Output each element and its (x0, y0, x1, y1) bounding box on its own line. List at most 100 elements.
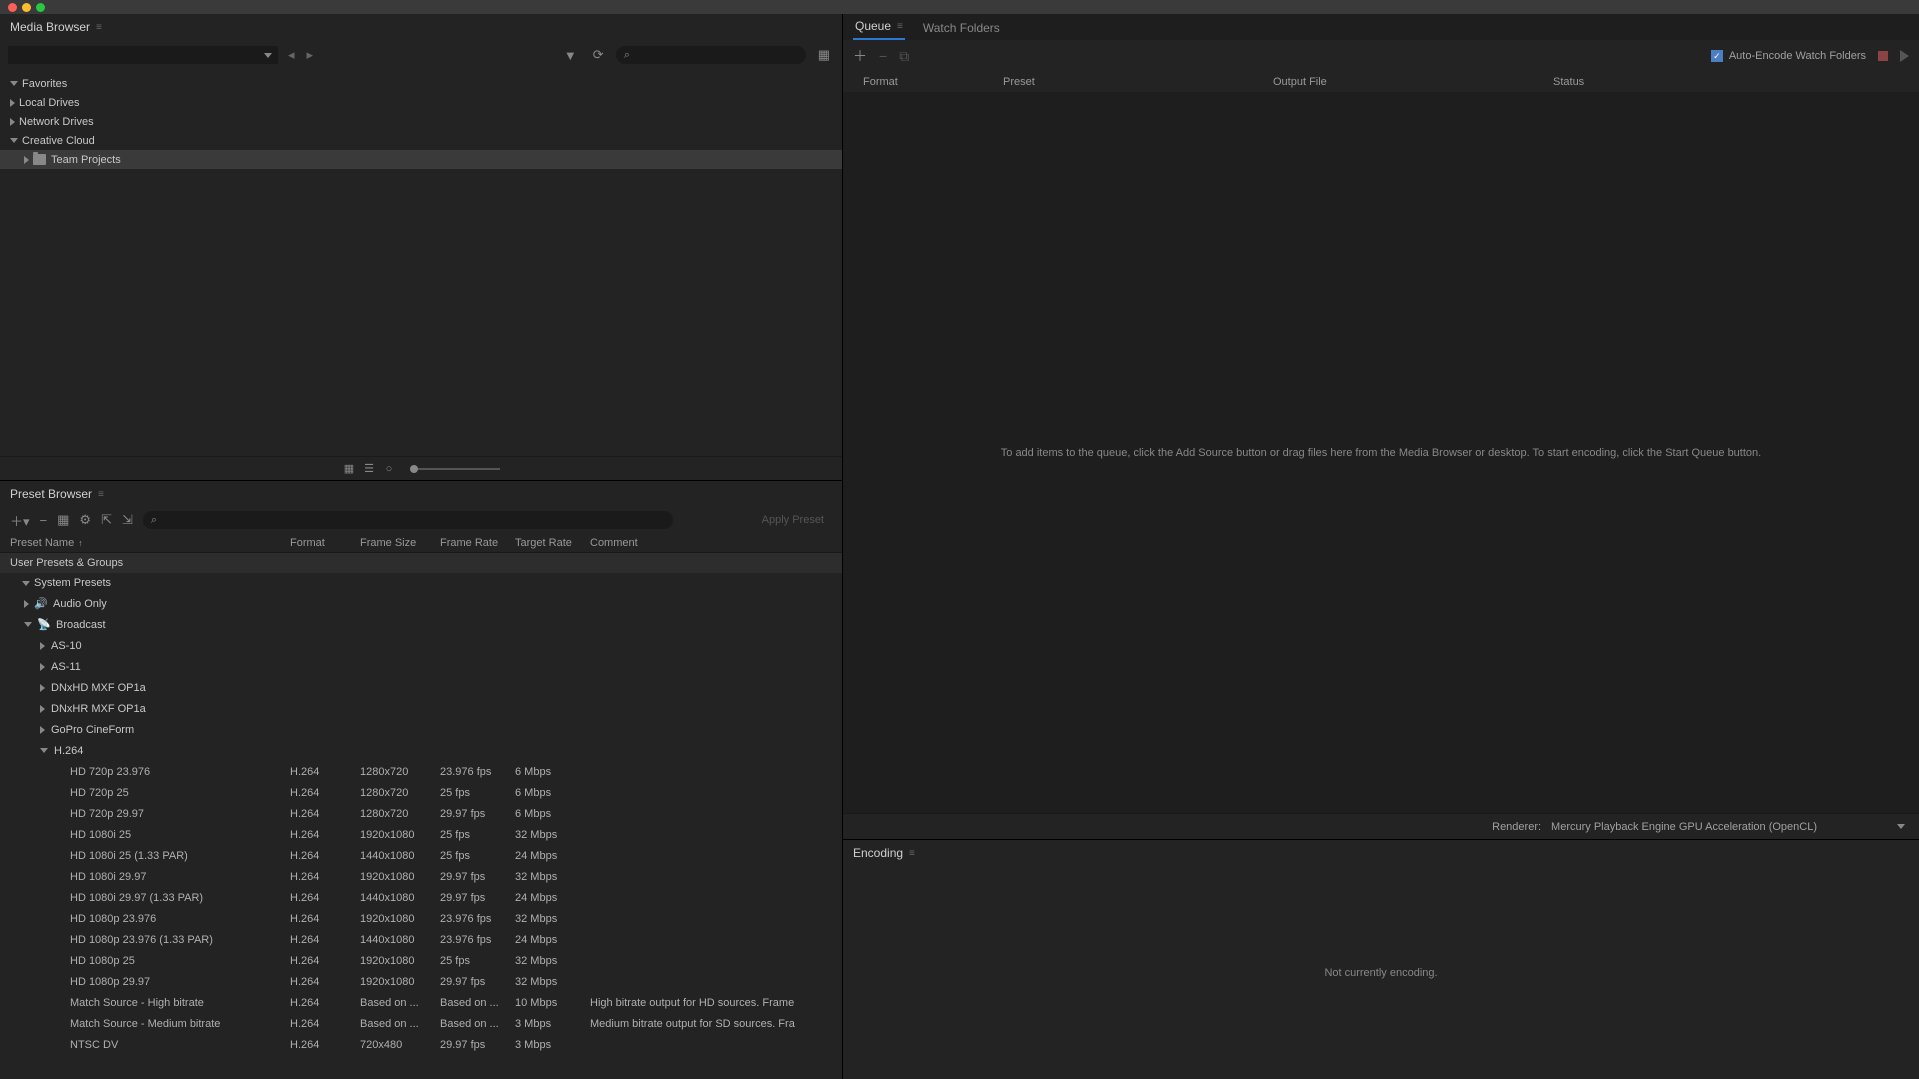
expand-arrow-icon[interactable] (40, 663, 45, 671)
close-window-button[interactable] (8, 3, 17, 12)
expand-arrow-icon[interactable] (10, 138, 18, 143)
col-preset-name[interactable]: Preset Name↑ (10, 537, 290, 549)
preset-rate: 23.976 fps (440, 913, 515, 925)
subcategory-as10[interactable]: AS-10 (0, 635, 842, 656)
media-search-input[interactable]: ⌕ (616, 46, 806, 64)
preset-row[interactable]: HD 1080i 25H.2641920x108025 fps32 Mbps (0, 824, 842, 845)
col-frame-rate[interactable]: Frame Rate (440, 537, 515, 549)
zoom-slider[interactable] (410, 468, 500, 470)
panel-menu-icon[interactable]: ≡ (98, 489, 104, 500)
preset-format: H.264 (290, 976, 360, 988)
tree-favorites[interactable]: Favorites (0, 74, 842, 93)
tree-network-drives[interactable]: Network Drives (0, 112, 842, 131)
main-layout: Media Browser ≡ ◂ ▸ ▼ ⟳ ⌕ ▦ Favorites Lo… (0, 14, 1919, 1079)
category-broadcast[interactable]: 📡Broadcast (0, 614, 842, 635)
col-comment[interactable]: Comment (590, 537, 842, 549)
preset-row[interactable]: Match Source - Medium bitrateH.264Based … (0, 1013, 842, 1034)
zoom-thumb[interactable] (410, 465, 418, 473)
ingest-icon[interactable]: ▦ (814, 47, 834, 63)
preset-rate: 25 fps (440, 829, 515, 841)
preset-target: 6 Mbps (515, 787, 590, 799)
apply-preset-button[interactable]: Apply Preset (754, 512, 832, 528)
preset-row[interactable]: HD 1080i 25 (1.33 PAR)H.2641440x108025 f… (0, 845, 842, 866)
preset-row[interactable]: HD 720p 29.97H.2641280x72029.97 fps6 Mbp… (0, 803, 842, 824)
preset-target: 32 Mbps (515, 829, 590, 841)
category-audio-only[interactable]: 🔊Audio Only (0, 593, 842, 614)
preset-name: HD 1080p 25 (70, 955, 290, 967)
queue-drop-area[interactable]: To add items to the queue, click the Add… (843, 92, 1919, 813)
panel-menu-icon[interactable]: ≡ (909, 848, 915, 859)
auto-encode-checkbox[interactable]: ✓ Auto-Encode Watch Folders (1711, 50, 1866, 62)
refresh-icon[interactable]: ⟳ (589, 47, 608, 63)
preset-row[interactable]: NTSC DVH.264720x48029.97 fps3 Mbps (0, 1034, 842, 1055)
preset-row[interactable]: HD 720p 25H.2641280x72025 fps6 Mbps (0, 782, 842, 803)
import-preset-button[interactable]: ⇱ (101, 512, 112, 528)
expand-arrow-icon[interactable] (24, 600, 29, 608)
col-format[interactable]: Format (290, 537, 360, 549)
new-preset-button[interactable]: ＋▾ (10, 511, 30, 530)
subcategory-gopro[interactable]: GoPro CineForm (0, 719, 842, 740)
add-source-button[interactable]: ＋ (853, 46, 867, 66)
tree-creative-cloud[interactable]: Creative Cloud (0, 131, 842, 150)
preset-name: HD 720p 25 (70, 787, 290, 799)
preset-browser-toolbar: ＋▾ − ▦ ⚙ ⇱ ⇲ ⌕ Apply Preset (0, 507, 842, 533)
group-user-presets[interactable]: User Presets & Groups (0, 553, 842, 573)
minimize-window-button[interactable] (22, 3, 31, 12)
preset-row[interactable]: HD 720p 23.976H.2641280x72023.976 fps6 M… (0, 761, 842, 782)
preset-row[interactable]: HD 1080p 29.97H.2641920x108029.97 fps32 … (0, 971, 842, 992)
tab-queue[interactable]: Queue≡ (853, 14, 905, 40)
maximize-window-button[interactable] (36, 3, 45, 12)
nav-forward-button[interactable]: ▸ (305, 47, 316, 63)
expand-arrow-icon[interactable] (22, 581, 30, 586)
expand-arrow-icon[interactable] (40, 748, 48, 753)
list-view-button[interactable]: ☰ (362, 462, 376, 476)
preset-row[interactable]: HD 1080i 29.97 (1.33 PAR)H.2641440x10802… (0, 887, 842, 908)
expand-arrow-icon[interactable] (10, 118, 15, 126)
group-system-presets[interactable]: System Presets (0, 573, 842, 593)
tree-local-drives[interactable]: Local Drives (0, 93, 842, 112)
subcategory-dnxhr[interactable]: DNxHR MXF OP1a (0, 698, 842, 719)
preset-target: 32 Mbps (515, 913, 590, 925)
expand-arrow-icon[interactable] (40, 642, 45, 650)
zoom-out-icon[interactable]: ○ (382, 462, 396, 476)
delete-preset-button[interactable]: − (40, 513, 48, 528)
col-target-rate[interactable]: Target Rate (515, 537, 590, 549)
tab-watch-folders[interactable]: Watch Folders (921, 16, 1002, 40)
path-dropdown[interactable] (8, 46, 278, 64)
nav-back-button[interactable]: ◂ (286, 47, 297, 63)
preset-search-input[interactable]: ⌕ (143, 511, 673, 529)
subcategory-dnxhd[interactable]: DNxHD MXF OP1a (0, 677, 842, 698)
expand-arrow-icon[interactable] (24, 156, 29, 164)
remove-button[interactable]: − (879, 48, 887, 64)
preset-format: H.264 (290, 1039, 360, 1051)
expand-arrow-icon[interactable] (40, 684, 45, 692)
preset-group-button[interactable]: ▦ (57, 512, 69, 528)
preset-settings-button[interactable]: ⚙ (79, 512, 91, 528)
filter-icon[interactable]: ▼ (560, 48, 581, 63)
panel-menu-icon[interactable]: ≡ (96, 22, 102, 33)
duplicate-button[interactable]: ⧉ (899, 48, 909, 65)
preset-row[interactable]: Match Source - High bitrateH.264Based on… (0, 992, 842, 1013)
preset-row[interactable]: HD 1080p 25H.2641920x108025 fps32 Mbps (0, 950, 842, 971)
tree-team-projects[interactable]: Team Projects (0, 150, 842, 169)
export-preset-button[interactable]: ⇲ (122, 512, 133, 528)
subcategory-h264[interactable]: H.264 (0, 740, 842, 761)
expand-arrow-icon[interactable] (40, 726, 45, 734)
start-queue-button[interactable] (1900, 50, 1909, 62)
expand-arrow-icon[interactable] (10, 99, 15, 107)
expand-arrow-icon[interactable] (10, 81, 18, 86)
preset-row[interactable]: HD 1080p 23.976 (1.33 PAR)H.2641440x1080… (0, 929, 842, 950)
renderer-dropdown[interactable]: Mercury Playback Engine GPU Acceleration… (1551, 821, 1905, 833)
encoding-status-area: Not currently encoding. (843, 866, 1919, 1079)
preset-row[interactable]: HD 1080p 23.976H.2641920x108023.976 fps3… (0, 908, 842, 929)
panel-menu-icon[interactable]: ≡ (897, 21, 903, 32)
preset-comment: High bitrate output for HD sources. Fram… (590, 997, 842, 1009)
expand-arrow-icon[interactable] (40, 705, 45, 713)
col-frame-size[interactable]: Frame Size (360, 537, 440, 549)
preset-list: User Presets & Groups System Presets 🔊Au… (0, 553, 842, 1079)
thumbnail-view-button[interactable]: ▦ (342, 462, 356, 476)
expand-arrow-icon[interactable] (24, 622, 32, 627)
preset-row[interactable]: HD 1080i 29.97H.2641920x108029.97 fps32 … (0, 866, 842, 887)
stop-queue-button[interactable] (1878, 51, 1888, 61)
subcategory-as11[interactable]: AS-11 (0, 656, 842, 677)
